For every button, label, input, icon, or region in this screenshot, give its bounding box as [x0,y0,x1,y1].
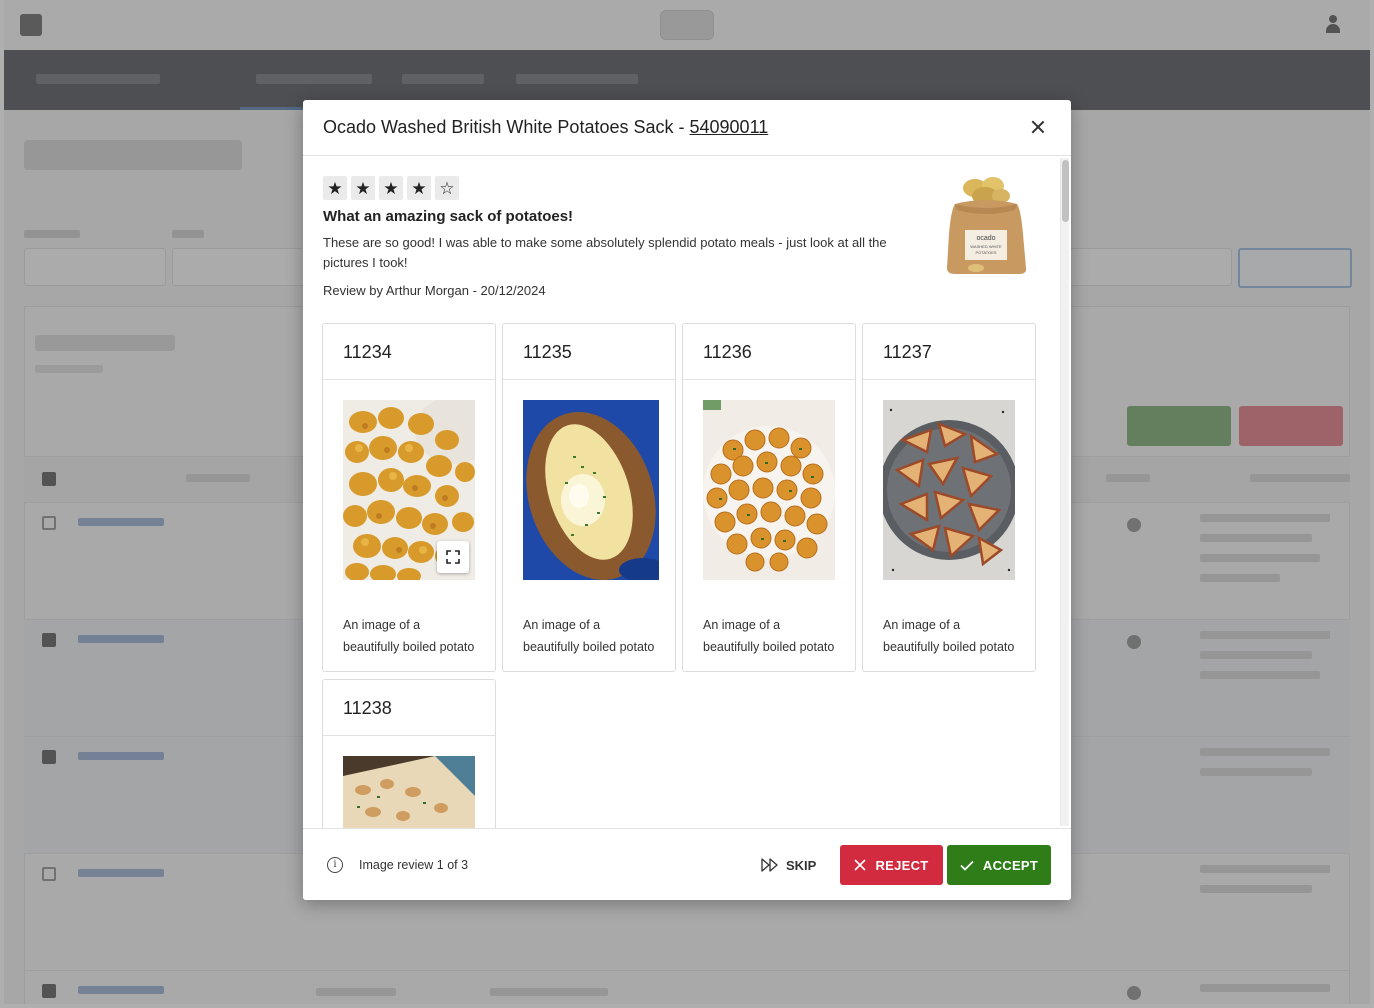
reject-button[interactable]: REJECT [840,845,943,885]
info-icon: i [327,857,343,873]
image-id: 11234 [323,324,495,380]
modal-body: ★ ★ ★ ★ ☆ What an amazing sack of potato… [303,156,1071,828]
modal-header: Ocado Washed British White Potatoes Sack… [303,100,1071,156]
reject-label: REJECT [875,857,929,873]
expand-image-button[interactable] [437,541,469,573]
star-rating: ★ ★ ★ ★ ☆ [323,176,459,200]
fast-forward-icon [761,858,778,872]
close-icon[interactable] [1029,118,1047,136]
star-filled-icon: ★ [379,176,403,200]
close-icon [854,859,867,871]
svg-text:ocado: ocado [976,235,995,242]
fullscreen-icon [446,550,460,564]
potato-rounds-image[interactable] [703,400,835,580]
image-card[interactable]: 11234 An image of a beautifully boiled p… [322,323,496,672]
star-filled-icon: ★ [351,176,375,200]
image-caption: An image of a beautifully boiled potato [343,618,475,654]
checkmark-icon [960,860,974,871]
image-card[interactable]: 11237 An image of a beautifully boiled p… [862,323,1036,672]
image-id: 11237 [863,324,1035,380]
image-caption: An image of a beautifully boiled potato [703,618,835,654]
review-body: These are so good! I was able to make so… [323,235,887,270]
image-caption: An image of a beautifully boiled potato [883,618,1015,654]
star-empty-icon: ☆ [435,176,459,200]
scrollbar-thumb[interactable] [1062,160,1069,222]
modal-title: Ocado Washed British White Potatoes Sack… [323,117,768,138]
modal-footer: i Image review 1 of 3 SKIP REJECT ACCEPT [303,828,1071,900]
image-id: 11238 [323,680,495,736]
review-title: What an amazing sack of potatoes! [323,208,574,225]
review-byline: Review by Arthur Morgan - 20/12/2024 [323,283,546,298]
skip-label: SKIP [786,857,817,873]
product-id-link[interactable]: 54090011 [690,117,769,137]
image-card[interactable]: 11236 An image of a beautifully boiled p… [682,323,856,672]
skip-button[interactable]: SKIP [761,845,825,885]
review-progress-status: Image review 1 of 3 [359,858,469,872]
image-caption: An image of a beautifully boiled potato [523,618,655,654]
svg-text:WASHED WHITE: WASHED WHITE [970,244,1002,249]
potato-gratin-image[interactable] [343,756,475,828]
image-card[interactable]: 11235 An image of a beautifully boiled p… [502,323,676,672]
image-review-modal: Ocado Washed British White Potatoes Sack… [303,100,1071,900]
star-filled-icon: ★ [407,176,431,200]
potato-wedges-image[interactable] [883,400,1015,580]
image-id: 11235 [503,324,675,380]
star-filled-icon: ★ [323,176,347,200]
accept-label: ACCEPT [982,857,1039,873]
baked-potato-image[interactable] [523,400,659,580]
image-id: 11236 [683,324,855,380]
svg-text:POTATOES: POTATOES [975,250,996,255]
product-image: ocado WASHED WHITE POTATOES [947,177,1027,274]
image-card[interactable]: 11238 [322,679,496,828]
modal-scrollbar[interactable] [1060,158,1069,826]
accept-button[interactable]: ACCEPT [947,845,1051,885]
product-name: Ocado Washed British White Potatoes Sack… [323,117,690,137]
